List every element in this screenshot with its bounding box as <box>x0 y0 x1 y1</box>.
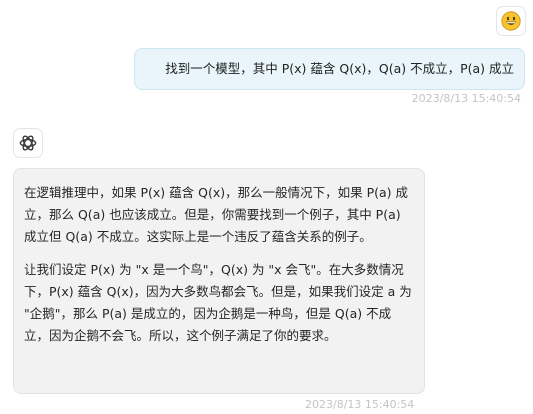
user-message-bubble: 找到一个模型，其中 P(x) 蕴含 Q(x)，Q(a) 不成立，P(a) 成立 <box>134 48 525 90</box>
openai-logo-icon <box>19 135 37 151</box>
assistant-paragraph: 在逻辑推理中，如果 P(x) 蕴含 Q(x)，那么一般情况下，如果 P(a) 成… <box>24 185 408 244</box>
user-avatar <box>496 6 526 36</box>
assistant-message-bubble: 在逻辑推理中，如果 P(x) 蕴含 Q(x)，那么一般情况下，如果 P(a) 成… <box>13 168 425 394</box>
assistant-avatar <box>13 128 43 158</box>
user-message-text: 找到一个模型，其中 P(x) 蕴含 Q(x)，Q(a) 不成立，P(a) 成立 <box>165 61 514 76</box>
assistant-message-timestamp: 2023/8/13 15:40:54 <box>305 398 415 411</box>
assistant-paragraph: 让我们设定 P(x) 为 "x 是一个鸟"，Q(x) 为 "x 会飞"。在大多数… <box>24 262 412 343</box>
grinning-face-emoji-icon <box>501 11 521 31</box>
user-message-timestamp: 2023/8/13 15:40:54 <box>411 92 521 105</box>
